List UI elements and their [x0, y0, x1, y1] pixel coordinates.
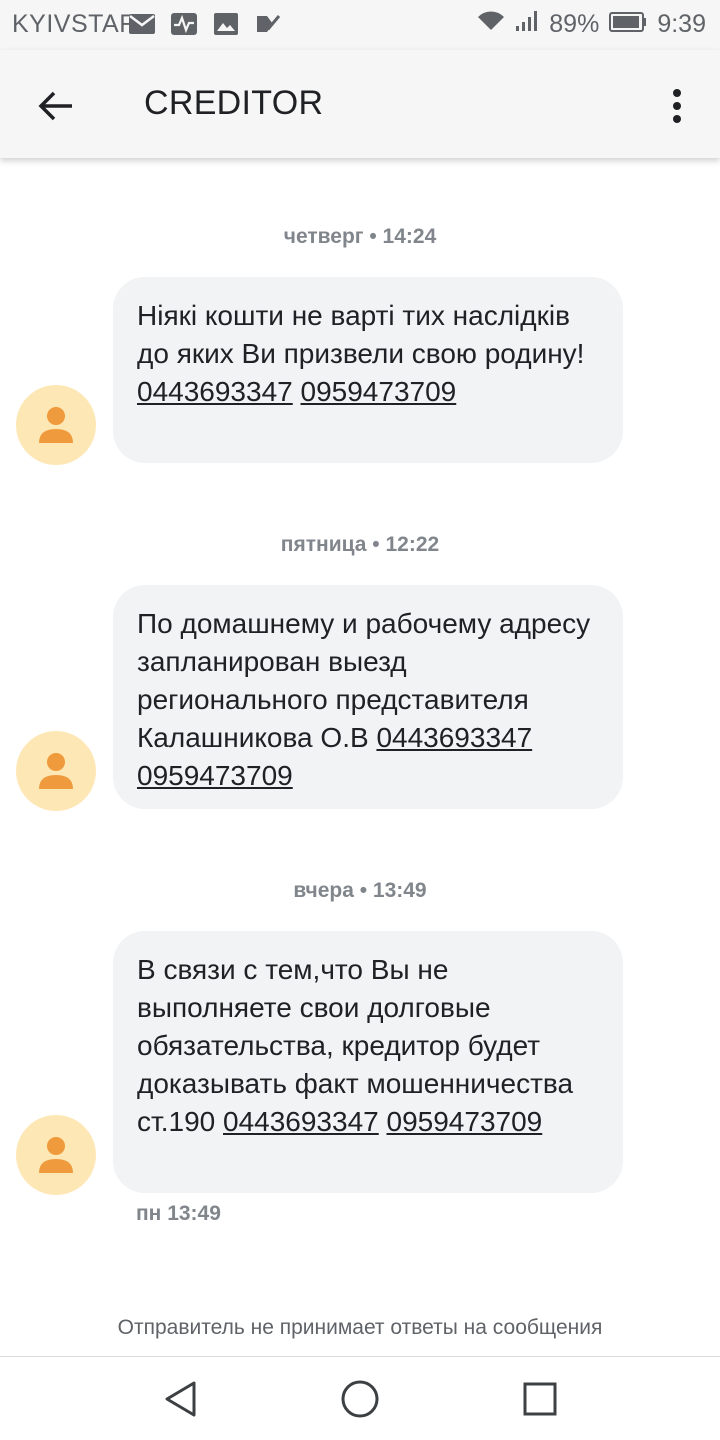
message-bubble[interactable]: По домашнему и рабочему адресу запланиро…	[113, 585, 623, 809]
day-separator: пятница • 12:22	[280, 533, 440, 556]
phone-link[interactable]: 0959473709	[301, 376, 457, 407]
battery-percent: 89%	[549, 10, 600, 38]
square-recents-icon	[523, 1382, 557, 1416]
message-bubble[interactable]: В связи с тем,что Вы не выполняете свои …	[113, 931, 623, 1193]
phone-link[interactable]: 0443693347	[223, 1106, 379, 1137]
arrow-left-icon	[38, 91, 72, 121]
no-reply-notice: Отправитель не принимает ответы на сообщ…	[117, 1316, 603, 1339]
check-list-icon	[254, 12, 282, 36]
person-icon	[39, 1137, 73, 1173]
battery-icon	[609, 10, 647, 39]
back-button[interactable]	[34, 84, 78, 128]
phone-link[interactable]: 0959473709	[387, 1106, 543, 1137]
message-timestamp: пн 13:49	[136, 1202, 221, 1225]
nav-recents-button[interactable]	[518, 1377, 562, 1421]
message-bubble[interactable]: Ніякі кошти не варті тих наслідків до як…	[113, 277, 623, 463]
conversation-title: CREDITOR	[144, 84, 324, 122]
notification-icons	[128, 12, 282, 36]
person-icon	[39, 407, 73, 443]
day-separator: четверг • 14:24	[283, 225, 437, 248]
nav-home-button[interactable]	[338, 1377, 382, 1421]
mail-icon	[128, 12, 156, 36]
pulse-icon	[170, 12, 198, 36]
more-options-button[interactable]	[662, 84, 692, 128]
status-right: 89% 9:39	[477, 10, 706, 39]
message-text: Ніякі кошти не варті тих наслідків до як…	[137, 300, 585, 369]
circle-home-icon	[341, 1380, 379, 1418]
wifi-icon	[477, 10, 505, 39]
more-vert-icon	[673, 89, 681, 123]
avatar[interactable]	[16, 385, 96, 465]
image-icon	[212, 12, 240, 36]
app-bar: CREDITOR	[0, 50, 720, 158]
navigation-bar	[0, 1357, 720, 1440]
triangle-back-icon	[165, 1381, 196, 1417]
carrier-name: KYIVSTAR	[12, 10, 138, 38]
status-bar: KYIVSTAR 89% 9:39	[0, 0, 720, 50]
phone-link[interactable]: 0443693347	[376, 722, 532, 753]
phone-link[interactable]: 0959473709	[137, 760, 293, 791]
avatar[interactable]	[16, 1115, 96, 1195]
day-separator: вчера • 13:49	[293, 879, 427, 902]
person-icon	[39, 753, 73, 789]
nav-back-button[interactable]	[158, 1377, 202, 1421]
phone-link[interactable]: 0443693347	[137, 376, 293, 407]
signal-icon	[515, 10, 539, 39]
avatar[interactable]	[16, 731, 96, 811]
clock: 9:39	[657, 10, 706, 38]
